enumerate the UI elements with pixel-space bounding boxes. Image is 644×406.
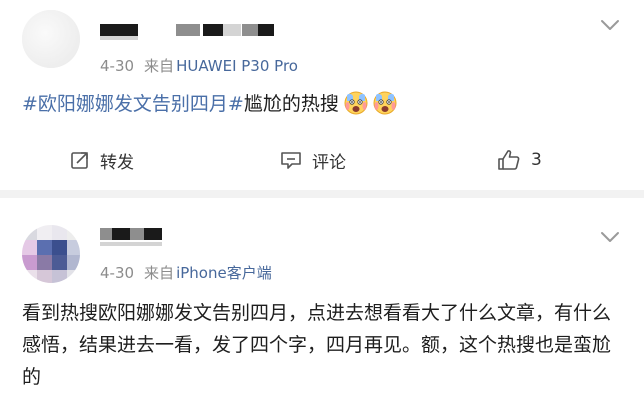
repost-label: 转发 xyxy=(100,152,134,173)
username-redacted xyxy=(242,24,258,36)
comment-button[interactable]: 评论 xyxy=(280,143,346,177)
post-meta: 4-30 来自 iPhone客户端 xyxy=(100,262,272,283)
username-redacted xyxy=(176,24,200,36)
username-redacted xyxy=(223,24,241,36)
chevron-down-icon[interactable] xyxy=(600,18,620,32)
comment-label: 评论 xyxy=(312,152,346,173)
post-date: 4-30 xyxy=(100,57,135,75)
chevron-down-icon[interactable] xyxy=(600,230,620,244)
username-redacted xyxy=(203,24,223,36)
scream-emoji-icon xyxy=(344,91,368,115)
post-content: #欧阳娜娜发文告别四月#尴尬的热搜 xyxy=(22,88,626,120)
post-meta: 4-30 来自 HUAWEI P30 Pro xyxy=(100,55,298,76)
scream-emoji-icon xyxy=(373,91,397,115)
post-text: 尴尬的热搜 xyxy=(243,93,339,115)
post-content: 看到热搜欧阳娜娜发文告别四月，点进去想看看大了什么文章，有什么感悟，结果进去一看… xyxy=(22,297,626,393)
username-redacted xyxy=(112,228,130,240)
post-card: 4-30 来自 iPhone客户端 看到热搜欧阳娜娜发文告别四月，点进去想看看大了什… xyxy=(0,198,644,406)
like-button[interactable]: 3 xyxy=(497,143,542,177)
source-prefix: 来自 xyxy=(144,264,175,282)
username-redacted xyxy=(258,24,274,36)
username-redacted[interactable] xyxy=(100,228,112,240)
avatar[interactable] xyxy=(22,10,80,68)
thumbs-up-icon xyxy=(498,150,520,170)
post-text: 看到热搜欧阳娜娜发文告别四月，点进去想看看大了什么文章，有什么感悟，结果进去一看… xyxy=(22,302,612,388)
username-redacted[interactable] xyxy=(100,24,138,36)
like-count: 3 xyxy=(531,150,542,170)
repost-button[interactable]: 转发 xyxy=(70,143,134,177)
username-redacted xyxy=(144,228,162,240)
post-date: 4-30 xyxy=(100,264,135,282)
action-bar: 转发 评论 3 xyxy=(0,143,644,177)
username-redacted xyxy=(100,36,138,40)
post-card: 4-30 来自HUAWEI P30 Pro #欧阳娜娜发文告别四月#尴尬的热搜 xyxy=(0,0,644,190)
source-prefix: 来自 xyxy=(144,57,175,75)
hashtag-link[interactable]: #欧阳娜娜发文告别四月# xyxy=(22,93,244,115)
comment-icon xyxy=(281,152,301,169)
device-link[interactable]: iPhone客户端 xyxy=(176,264,272,282)
repost-icon xyxy=(71,152,88,169)
avatar[interactable] xyxy=(22,225,80,283)
username-redacted xyxy=(100,242,162,246)
username-redacted xyxy=(130,228,144,240)
device-link[interactable]: HUAWEI P30 Pro xyxy=(176,57,298,75)
